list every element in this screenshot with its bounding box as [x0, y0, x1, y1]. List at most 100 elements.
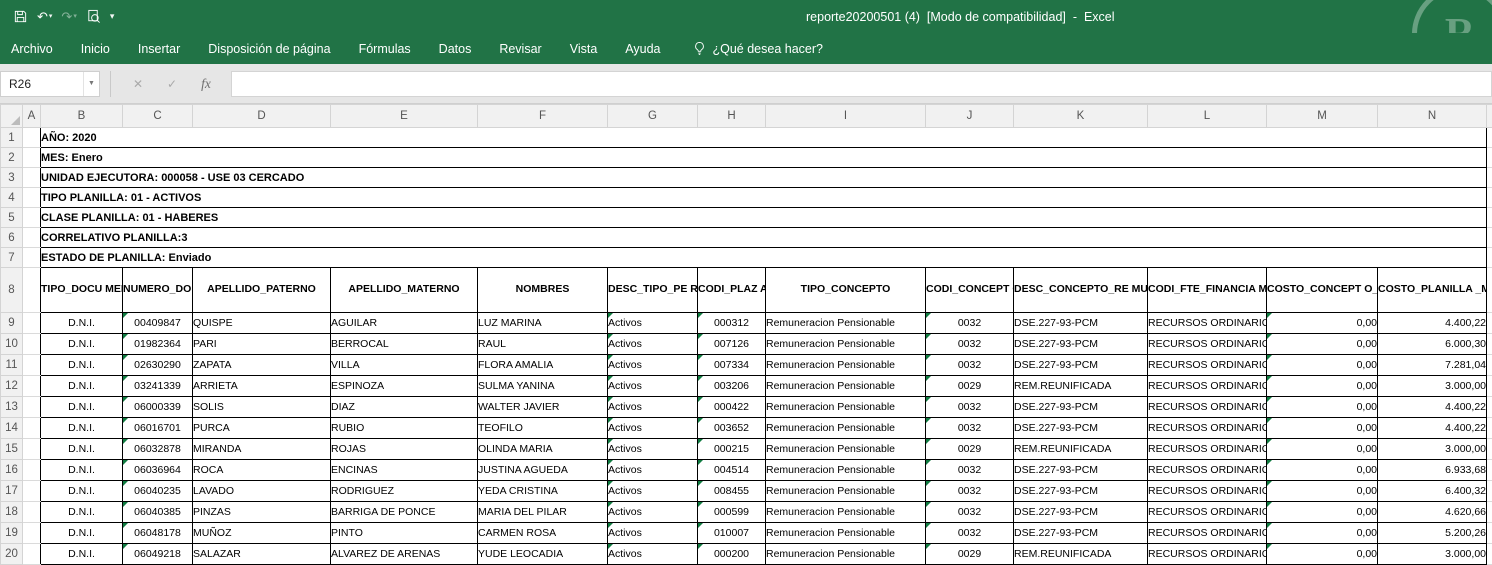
cell[interactable]	[1487, 148, 1492, 168]
data-cell[interactable]: 000599	[698, 502, 766, 523]
cell[interactable]	[23, 168, 41, 188]
data-cell[interactable]: 0032	[926, 334, 1014, 355]
data-cell[interactable]: 06016701	[123, 418, 193, 439]
ribbon-tab-vista[interactable]: Vista	[570, 42, 598, 56]
column-header-e[interactable]: E	[331, 105, 478, 128]
data-cell[interactable]: 4.400,22	[1378, 313, 1487, 334]
data-cell[interactable]: 0,00	[1267, 355, 1378, 376]
data-cell[interactable]: D.N.I.	[41, 523, 123, 544]
column-header-i[interactable]: I	[766, 105, 926, 128]
data-cell[interactable]: SULMA YANINA	[478, 376, 608, 397]
cell[interactable]	[23, 481, 41, 502]
data-cell[interactable]: D.N.I.	[41, 460, 123, 481]
table-header-cell[interactable]: NUMERO_DO CUMENTO	[123, 268, 193, 313]
data-cell[interactable]: 0,00	[1267, 334, 1378, 355]
data-cell[interactable]: DSE.227-93-PCM	[1014, 481, 1148, 502]
print-preview-button[interactable]	[83, 7, 104, 26]
enter-button[interactable]: ✓	[155, 77, 189, 91]
data-cell[interactable]: 0032	[926, 418, 1014, 439]
data-cell[interactable]: ESPINOZA	[331, 376, 478, 397]
column-header-k[interactable]: K	[1014, 105, 1148, 128]
data-cell[interactable]: ROCA	[193, 460, 331, 481]
data-cell[interactable]: RECURSOS ORDINARIOS	[1148, 334, 1267, 355]
cell[interactable]	[1487, 376, 1492, 397]
data-cell[interactable]: DSE.227-93-PCM	[1014, 418, 1148, 439]
column-header-c[interactable]: C	[123, 105, 193, 128]
tell-me-search[interactable]: ¿Qué desea hacer?	[693, 41, 824, 56]
data-cell[interactable]: 7.281,04	[1378, 355, 1487, 376]
cell[interactable]	[23, 355, 41, 376]
ribbon-tab-archivo[interactable]: Archivo	[11, 42, 53, 56]
data-cell[interactable]: 02630290	[123, 355, 193, 376]
data-cell[interactable]: 3.000,00	[1378, 544, 1487, 565]
data-cell[interactable]: 010007	[698, 523, 766, 544]
row-header-15[interactable]: 15	[1, 439, 23, 460]
data-cell[interactable]: RECURSOS ORDINARIOS	[1148, 355, 1267, 376]
ribbon-tab-datos[interactable]: Datos	[439, 42, 472, 56]
cell[interactable]	[1487, 439, 1492, 460]
row-header-16[interactable]: 16	[1, 460, 23, 481]
table-header-cell[interactable]: TIPO_CONCEPTO	[766, 268, 926, 313]
data-cell[interactable]: 000422	[698, 397, 766, 418]
row-header-13[interactable]: 13	[1, 397, 23, 418]
data-cell[interactable]: D.N.I.	[41, 481, 123, 502]
data-cell[interactable]: 0029	[926, 376, 1014, 397]
data-cell[interactable]: Remuneracion Pensionable	[766, 376, 926, 397]
cell[interactable]	[23, 128, 41, 148]
data-cell[interactable]: MIRANDA	[193, 439, 331, 460]
cell[interactable]	[23, 502, 41, 523]
data-cell[interactable]: RECURSOS ORDINARIOS	[1148, 313, 1267, 334]
cell[interactable]	[23, 523, 41, 544]
data-cell[interactable]: 5.200,26	[1378, 523, 1487, 544]
column-header-n[interactable]: N	[1378, 105, 1487, 128]
row-header-9[interactable]: 9	[1, 313, 23, 334]
row-header-19[interactable]: 19	[1, 523, 23, 544]
data-cell[interactable]: 0,00	[1267, 439, 1378, 460]
data-cell[interactable]: ZAPATA	[193, 355, 331, 376]
ribbon-tab-inicio[interactable]: Inicio	[81, 42, 110, 56]
data-cell[interactable]: Remuneracion Pensionable	[766, 481, 926, 502]
data-cell[interactable]: 06000339	[123, 397, 193, 418]
data-cell[interactable]: Activos	[608, 481, 698, 502]
data-cell[interactable]: PINZAS	[193, 502, 331, 523]
name-box-dropdown-icon[interactable]: ▼	[83, 72, 99, 96]
ribbon-tab-revisar[interactable]: Revisar	[499, 42, 541, 56]
cell[interactable]	[1487, 355, 1492, 376]
redo-dropdown-icon[interactable]: ▾	[73, 13, 77, 20]
data-cell[interactable]: 0032	[926, 313, 1014, 334]
cell[interactable]	[23, 248, 41, 268]
table-header-cell[interactable]: APELLIDO_PATERNO	[193, 268, 331, 313]
data-cell[interactable]: Remuneracion Pensionable	[766, 418, 926, 439]
data-cell[interactable]: DIAZ	[331, 397, 478, 418]
data-cell[interactable]: 3.000,00	[1378, 439, 1487, 460]
data-cell[interactable]: PINTO	[331, 523, 478, 544]
row-header-20[interactable]: 20	[1, 544, 23, 565]
data-cell[interactable]: 06040235	[123, 481, 193, 502]
data-cell[interactable]: LUZ MARINA	[478, 313, 608, 334]
data-cell[interactable]: RODRIGUEZ	[331, 481, 478, 502]
data-cell[interactable]: 008455	[698, 481, 766, 502]
data-cell[interactable]: Activos	[608, 439, 698, 460]
data-cell[interactable]: Remuneracion Pensionable	[766, 313, 926, 334]
data-cell[interactable]: Remuneracion Pensionable	[766, 334, 926, 355]
data-cell[interactable]: DSE.227-93-PCM	[1014, 460, 1148, 481]
data-cell[interactable]: OLINDA MARIA	[478, 439, 608, 460]
data-cell[interactable]: D.N.I.	[41, 544, 123, 565]
customize-qat-button[interactable]: ▾	[107, 10, 118, 23]
data-cell[interactable]: Activos	[608, 544, 698, 565]
data-cell[interactable]: Remuneracion Pensionable	[766, 502, 926, 523]
ribbon-tab-insertar[interactable]: Insertar	[138, 42, 180, 56]
data-cell[interactable]: Activos	[608, 523, 698, 544]
data-cell[interactable]: 0032	[926, 481, 1014, 502]
data-cell[interactable]: 000200	[698, 544, 766, 565]
data-cell[interactable]: D.N.I.	[41, 376, 123, 397]
data-cell[interactable]: DSE.227-93-PCM	[1014, 334, 1148, 355]
column-header-g[interactable]: G	[608, 105, 698, 128]
table-header-cell[interactable]: CODI_FTE_FINANCIA MIENTO	[1148, 268, 1267, 313]
data-cell[interactable]: Remuneracion Pensionable	[766, 460, 926, 481]
data-cell[interactable]: D.N.I.	[41, 397, 123, 418]
ribbon-tab-disposicion-de-pagina[interactable]: Disposición de página	[208, 42, 330, 56]
row-header-5[interactable]: 5	[1, 208, 23, 228]
data-cell[interactable]: 06032878	[123, 439, 193, 460]
cell[interactable]	[1487, 523, 1492, 544]
